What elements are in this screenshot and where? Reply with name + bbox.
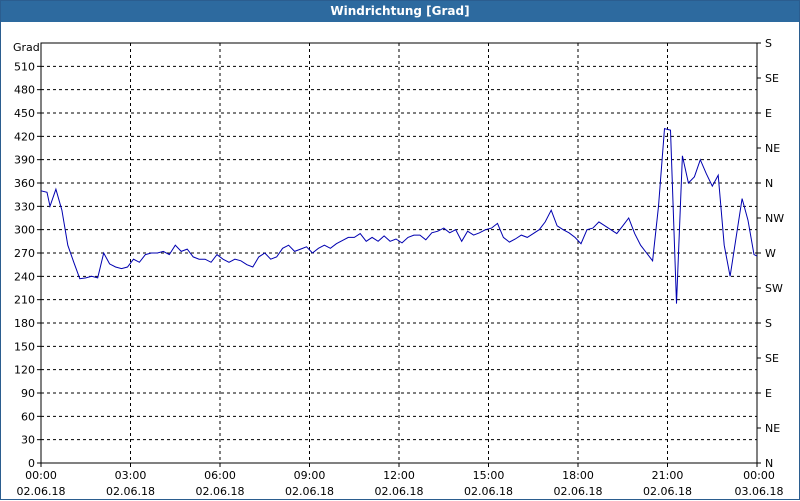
right-tick-label: E	[765, 107, 772, 120]
right-axis-ticks: NNEESESSWWNWNNEESES	[757, 37, 784, 470]
y-tick-label: 180	[14, 317, 35, 330]
x-tick-date: 02.06.18	[17, 485, 66, 498]
x-tick-date: 02.06.18	[375, 485, 424, 498]
y-tick-label: 240	[14, 270, 35, 283]
y-tick-label: 390	[14, 154, 35, 167]
y-tick-label: 300	[14, 224, 35, 237]
x-tick-time: 00:00	[25, 469, 57, 482]
y-axis-label: Grad	[13, 41, 40, 54]
right-tick-label: NE	[765, 422, 780, 435]
x-axis-ticks: 00:00 02.06.18 03:00 02.06.18 06:00 02.06.18 0…	[17, 463, 784, 498]
y-tick-label: 330	[14, 200, 35, 213]
x-tick-date: 02.06.18	[285, 485, 334, 498]
x-tick-time: 03:00	[115, 469, 147, 482]
x-tick-date: 02.06.18	[554, 485, 603, 498]
x-tick-date: 02.06.18	[196, 485, 245, 498]
y-tick-label: 60	[21, 410, 35, 423]
y-axis-ticks: 0306090120150180210240270300330360390420…	[14, 60, 41, 470]
y-tick-label: 420	[14, 130, 35, 143]
right-tick-label: N	[765, 177, 773, 190]
right-tick-label: W	[765, 247, 776, 260]
y-tick-label: 270	[14, 247, 35, 260]
y-tick-label: 210	[14, 294, 35, 307]
right-tick-label: E	[765, 387, 772, 400]
x-tick-date: 02.06.18	[106, 485, 155, 498]
x-tick-date: 02.06.18	[464, 485, 513, 498]
y-tick-label: 120	[14, 364, 35, 377]
right-tick-label: NE	[765, 142, 780, 155]
right-tick-label: NW	[765, 212, 784, 225]
x-tick-date: 03.06.18	[735, 485, 784, 498]
right-tick-label: SW	[765, 282, 783, 295]
right-tick-label: S	[765, 317, 772, 330]
x-tick-time: 15:00	[473, 469, 505, 482]
y-tick-label: 480	[14, 84, 35, 97]
right-tick-label: S	[765, 37, 772, 50]
x-tick-time: 12:00	[383, 469, 415, 482]
x-tick-time: 18:00	[562, 469, 594, 482]
y-tick-label: 450	[14, 107, 35, 120]
x-tick-date: 02.06.18	[643, 485, 692, 498]
x-tick-time: 06:00	[204, 469, 236, 482]
right-tick-label: SE	[765, 72, 779, 85]
x-tick-time: 21:00	[652, 469, 684, 482]
wind-direction-chart: Grad 03060901201501802102402703003303603…	[13, 37, 784, 498]
y-tick-label: 510	[14, 60, 35, 73]
chart-window: Windrichtung [Grad] Grad 0 30 60 90 120 150 18…	[0, 0, 800, 500]
y-tick-label: 150	[14, 340, 35, 353]
right-tick-label: SE	[765, 352, 779, 365]
y-tick-label: 30	[21, 434, 35, 447]
x-tick-time: 00:00	[743, 469, 775, 482]
y-tick-label: 360	[14, 177, 35, 190]
x-tick-time: 09:00	[294, 469, 326, 482]
y-tick-label: 90	[21, 387, 35, 400]
